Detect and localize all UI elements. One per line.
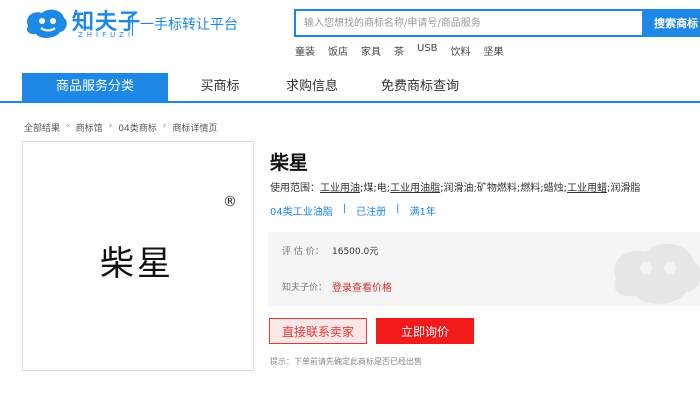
trademark-image-text: 柴星 bbox=[100, 244, 174, 284]
hot-tag[interactable]: USB bbox=[417, 43, 438, 58]
usage-scope-label: 使用范围： bbox=[270, 183, 320, 194]
hot-tag[interactable]: 饭店 bbox=[328, 43, 348, 58]
logo-divider bbox=[132, 12, 133, 36]
price-panel: 评 估 价： 16500.0元 知夫子价： 登录查看价格 bbox=[268, 232, 700, 306]
breadcrumb-separator: › bbox=[162, 121, 167, 131]
purchase-hint: 提示：下单前请先确定此商标是否已经出售 bbox=[270, 357, 422, 366]
status-badge: 已注册 bbox=[356, 207, 387, 218]
hot-tags: 童装 饭店 家具 茶 USB 饮料 坚果 bbox=[295, 43, 504, 58]
estimate-price-value: 16500.0元 bbox=[332, 247, 379, 257]
estimate-price-label: 评 估 价： bbox=[282, 247, 324, 257]
inquiry-button[interactable]: 立即询价 bbox=[376, 318, 474, 344]
nav-item-free-search[interactable]: 免费商标查询 bbox=[370, 73, 470, 101]
age-badge: 满1年 bbox=[409, 207, 436, 218]
class-link[interactable]: 04类工业油脂 bbox=[270, 203, 333, 218]
logo-icon[interactable] bbox=[22, 6, 70, 42]
hot-tag[interactable]: 童装 bbox=[295, 43, 315, 58]
hot-tag[interactable]: 饮料 bbox=[451, 43, 471, 58]
hot-tag[interactable]: 家具 bbox=[361, 43, 381, 58]
scope-item: ;煤;电; bbox=[360, 183, 391, 194]
meta-separator: | bbox=[342, 203, 347, 214]
logo-subtext: ZHIFUZI bbox=[78, 31, 135, 39]
scope-item-link[interactable]: 工业用油脂 bbox=[390, 183, 440, 194]
trademark-meta: 04类工业油脂 | 已注册 | 满1年 bbox=[270, 203, 436, 218]
breadcrumb: 全部结果 › 商标馆 › 04类商标 › 商标详情页 bbox=[24, 121, 217, 134]
breadcrumb-separator: › bbox=[108, 121, 113, 131]
site-slogan: 一手标转让平台 bbox=[140, 17, 238, 33]
breadcrumb-item[interactable]: 商标馆 bbox=[76, 121, 103, 134]
nav-item-buy[interactable]: 买商标 bbox=[180, 73, 260, 101]
registered-mark: ® bbox=[223, 194, 237, 210]
hot-tag[interactable]: 茶 bbox=[394, 43, 404, 58]
nav-item-categories[interactable]: 商品服务分类 bbox=[22, 73, 168, 101]
search-input[interactable] bbox=[294, 9, 642, 37]
main-nav: 商品服务分类 买商标 求购信息 免费商标查询 bbox=[0, 73, 700, 103]
watermark-logo-icon bbox=[614, 243, 700, 304]
breadcrumb-item[interactable]: 04类商标 bbox=[118, 121, 156, 134]
zhifuzi-price-label: 知夫子价： bbox=[282, 283, 328, 293]
scope-item-link[interactable]: 工业用油 bbox=[320, 183, 360, 194]
hot-tag[interactable]: 坚果 bbox=[484, 43, 504, 58]
nav-item-wanted[interactable]: 求购信息 bbox=[272, 73, 352, 101]
meta-separator: | bbox=[396, 203, 400, 214]
scope-item: ;润滑脂 bbox=[606, 183, 641, 194]
scope-item-link[interactable]: 工业用蜡 bbox=[567, 183, 607, 194]
usage-scope: 使用范围：工业用油;煤;电;工业用油脂;润滑油;矿物燃料;燃料;蜡烛;工业用蜡;… bbox=[270, 179, 640, 194]
contact-seller-button[interactable]: 直接联系卖家 bbox=[269, 318, 367, 344]
trademark-title: 柴星 bbox=[270, 152, 309, 174]
scope-item: ;润滑油;矿物燃料;燃料;蜡烛; bbox=[440, 183, 567, 194]
breadcrumb-separator: › bbox=[66, 121, 70, 131]
breadcrumb-item-current: 商标详情页 bbox=[172, 124, 218, 134]
breadcrumb-item[interactable]: 全部结果 bbox=[24, 121, 60, 134]
login-to-view-price-link[interactable]: 登录查看价格 bbox=[332, 279, 392, 294]
search-button[interactable]: 搜索商标 bbox=[642, 9, 700, 37]
